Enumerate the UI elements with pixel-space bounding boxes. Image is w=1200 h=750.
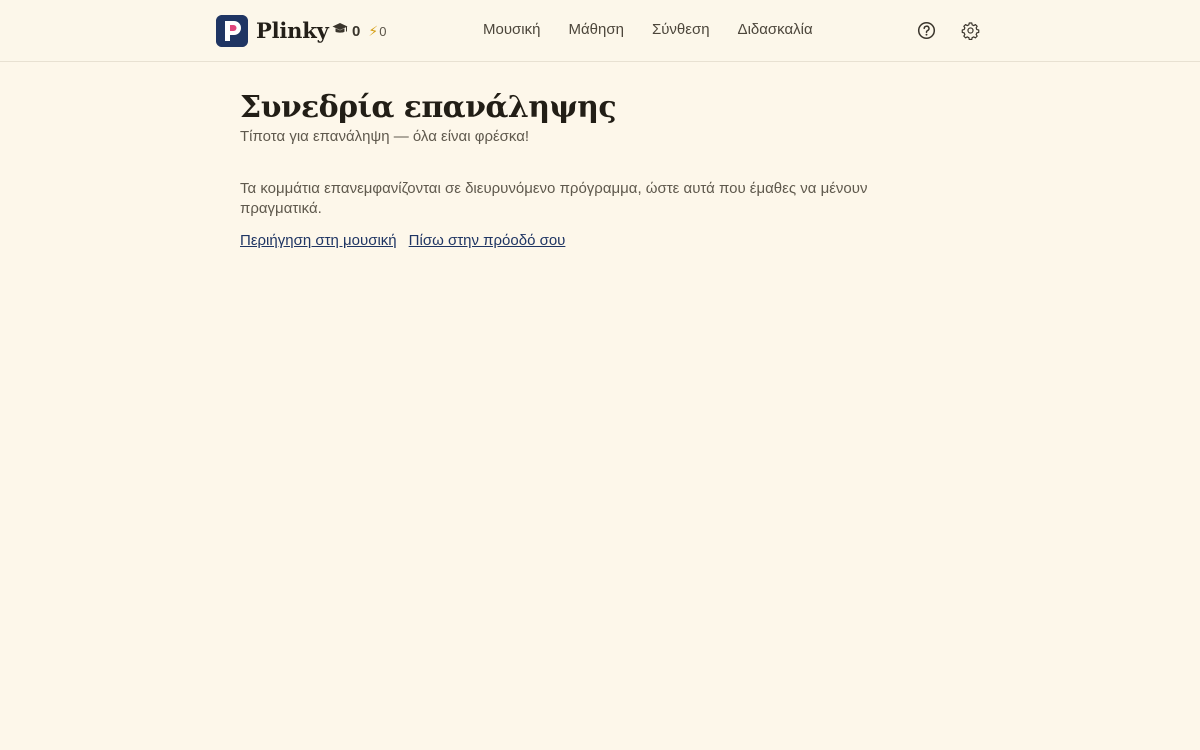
plinky-logo [216,15,248,47]
lightning-icon: ⚡ [368,22,379,39]
nav-item-compose[interactable]: Σύνθεση [652,20,710,40]
graduation-cap-icon [332,22,348,40]
action-links: Περιήγηση στη μουσική Πίσω στην πρόοδό σ… [240,231,920,251]
gear-icon [961,21,979,40]
brand-name: Plinky [256,18,329,43]
schedule-description: Τα κομμάτια επανεμφανίζονται σε διευρυνό… [240,180,868,217]
back-to-progress-link[interactable]: Πίσω στην πρόοδό σου [409,231,566,251]
page-title: Συνεδρία επανάληψης [240,90,617,125]
user-stats: 0 ⚡ 0 [332,21,386,41]
nav-item-teach[interactable]: Διδασκαλία [738,20,813,40]
brand[interactable]: Plinky [216,15,329,47]
xp-count: 0 [352,22,361,40]
top-bar: Plinky 0 ⚡ 0 Μουσική Μάθηση Σύνθεση Διδα… [0,0,1200,62]
nav-item-music[interactable]: Μουσική [483,20,540,40]
streak-count: 0 [379,23,387,39]
browse-music-link[interactable]: Περιήγηση στη μουσική [240,231,397,251]
xp-stat: 0 [332,22,360,40]
settings-button[interactable] [960,20,980,40]
nav-item-learn[interactable]: Μάθηση [568,20,623,40]
page-subtitle: Τίποτα για επανάληψη — όλα είναι φρέσκα! [240,128,530,145]
help-button[interactable] [916,20,936,40]
streak-stat: ⚡ 0 [368,23,386,40]
review-session: Συνεδρία επανάληψης Τίποτα για επανάληψη… [240,88,920,251]
help-circle-icon [917,21,935,39]
main-nav: Μουσική Μάθηση Σύνθεση Διδασκαλία [483,20,841,40]
